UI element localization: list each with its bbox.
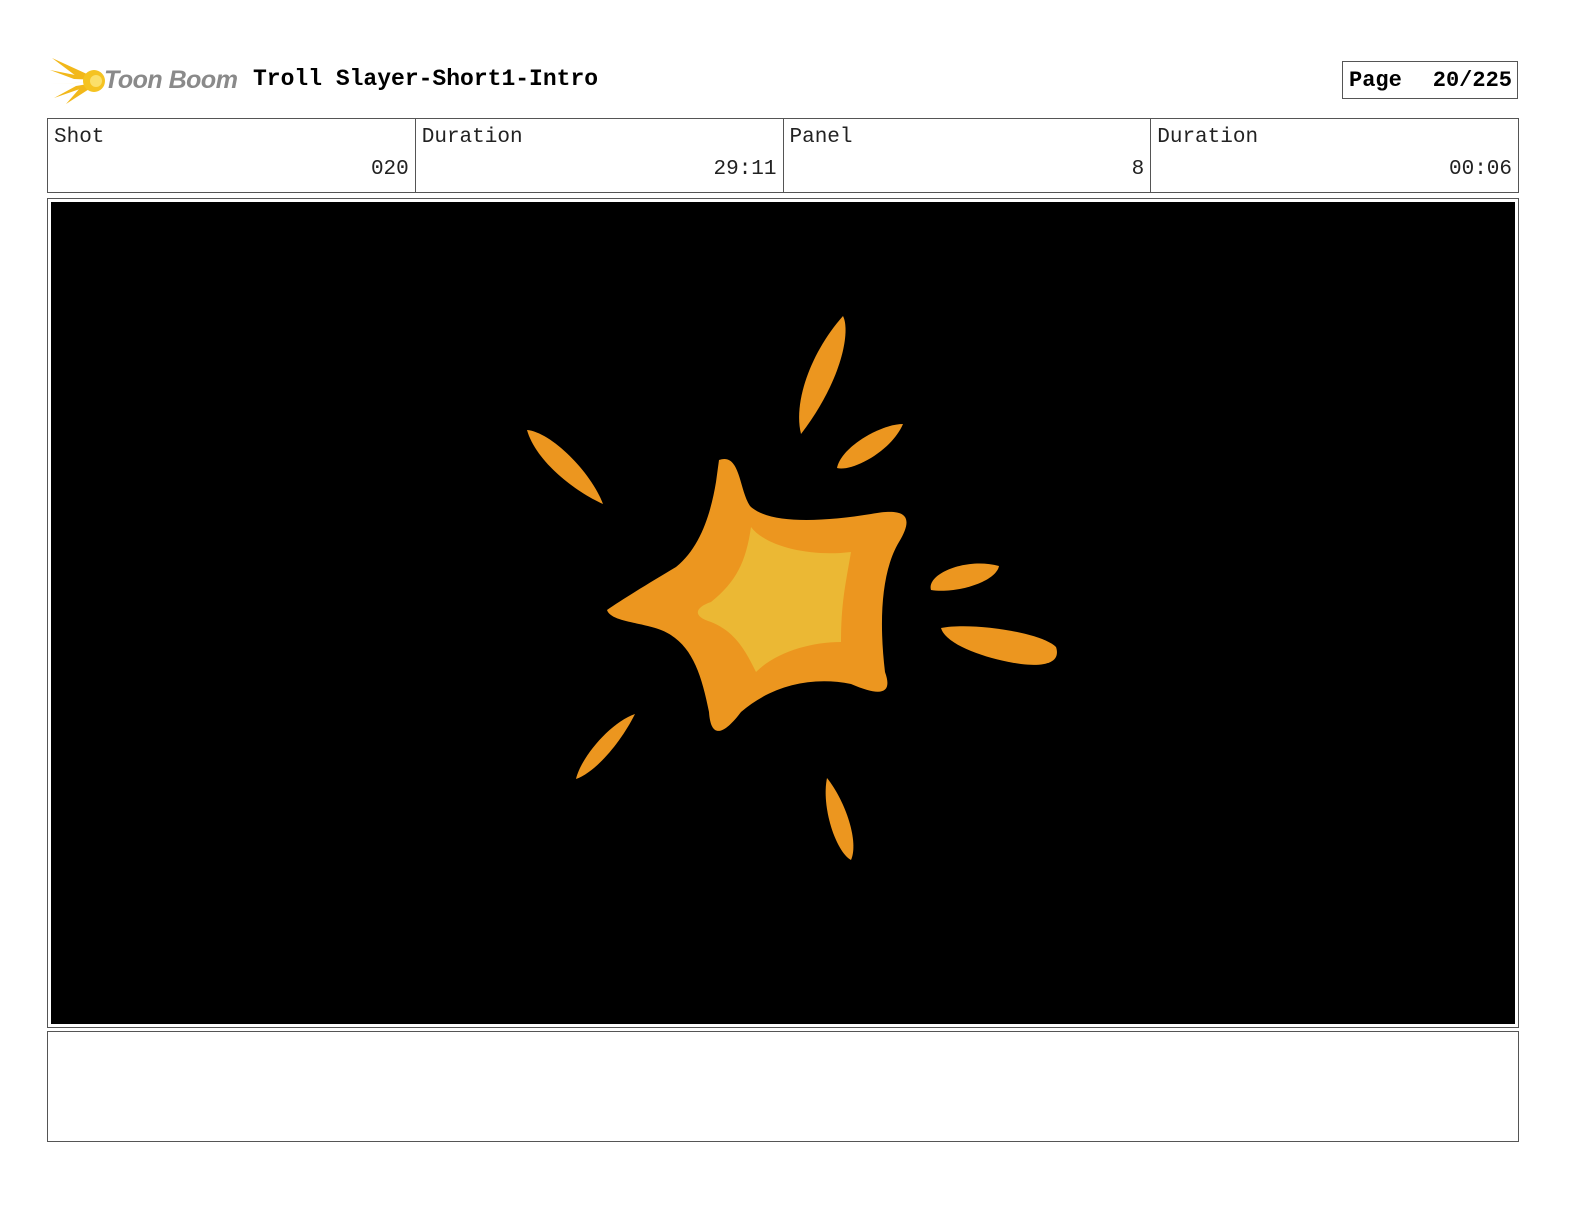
panel-duration-value: 00:06	[1448, 158, 1512, 181]
logo-wordmark: Toon Boom	[104, 66, 238, 94]
shot-duration-label: Duration	[421, 126, 523, 149]
panel-label: Panel	[789, 126, 853, 149]
panel-value: 8	[1131, 158, 1145, 181]
page-number: 20/225	[1432, 67, 1512, 93]
shot-duration-value: 29:11	[713, 158, 777, 181]
panel-notes-box[interactable]	[47, 1031, 1519, 1142]
shot-info-row: Shot 020 Duration 29:11 Panel 8 Duration…	[47, 118, 1519, 193]
project-title: Troll Slayer-Short1-Intro	[253, 66, 599, 92]
shot-value: 020	[370, 158, 409, 181]
toon-boom-logo: Toon Boom	[50, 56, 240, 106]
starburst-icon	[50, 58, 105, 104]
panel-cell: Panel 8	[784, 119, 1152, 192]
shot-duration-cell: Duration 29:11	[416, 119, 784, 192]
storyboard-panel-image	[51, 202, 1515, 1024]
shot-cell: Shot 020	[48, 119, 416, 192]
explosion-burst-drawing	[51, 202, 1515, 1024]
page-indicator: Page 20/225	[1342, 61, 1518, 99]
page-label: Page	[1349, 67, 1402, 93]
shot-label: Shot	[54, 126, 105, 149]
panel-duration-cell: Duration 00:06	[1151, 119, 1518, 192]
panel-duration-label: Duration	[1157, 126, 1259, 149]
